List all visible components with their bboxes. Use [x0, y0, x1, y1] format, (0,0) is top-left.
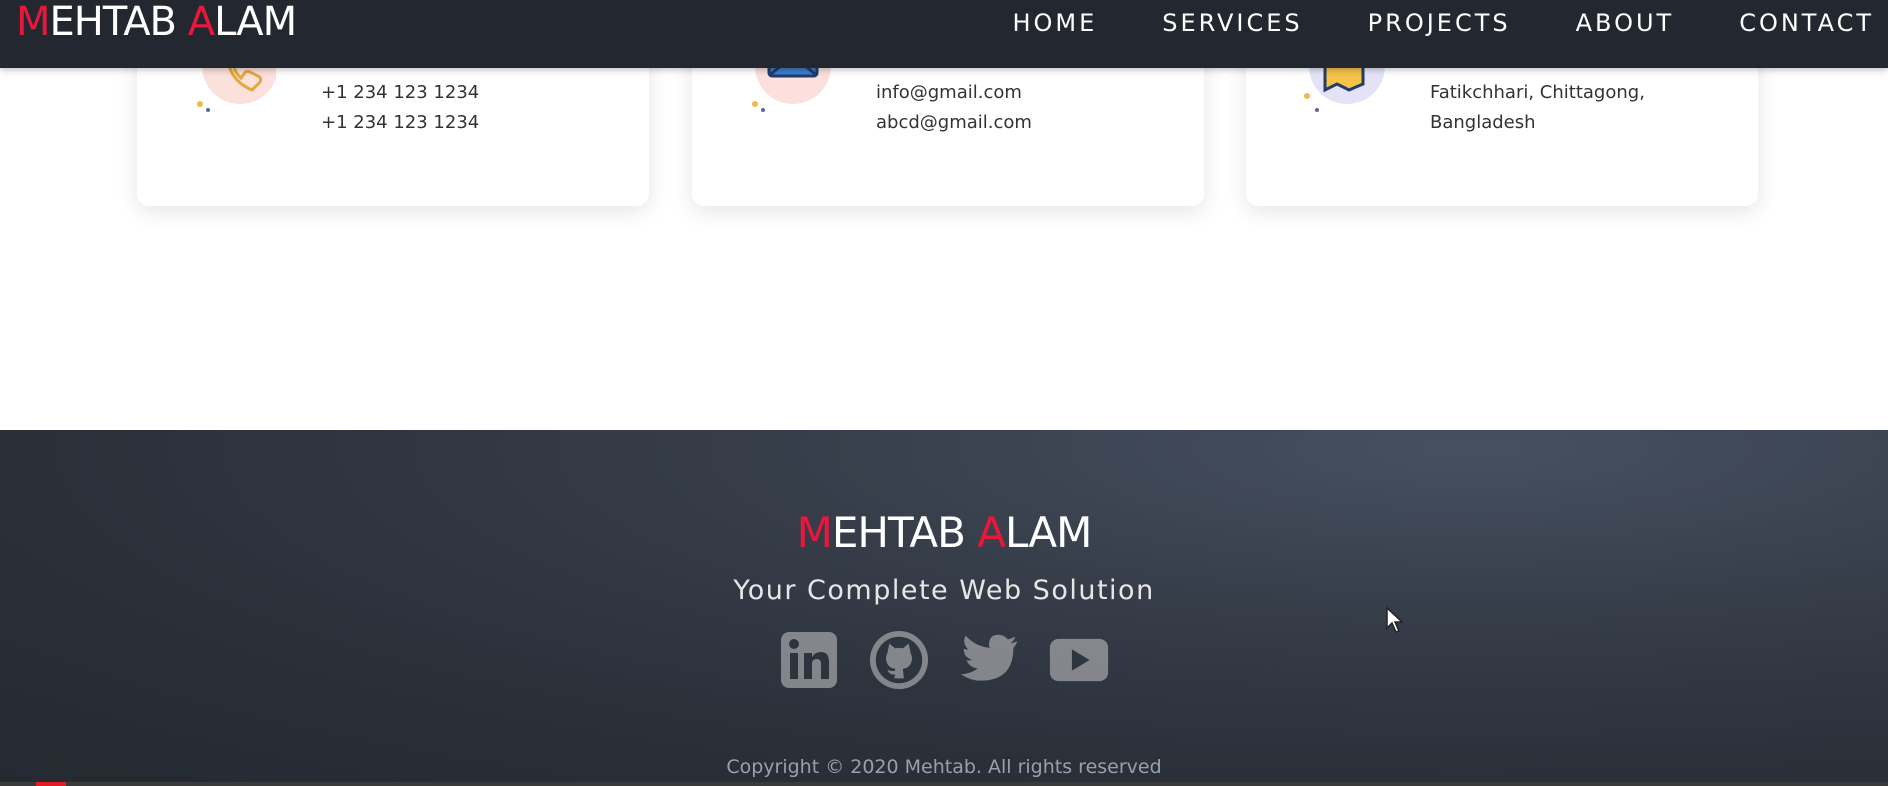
site-footer: MEHTAB ALAM Your Complete Web Solution C… — [0, 430, 1888, 786]
footer-tagline: Your Complete Web Solution — [733, 575, 1155, 606]
twitter-icon[interactable] — [959, 630, 1019, 690]
site-header: MEHTAB ALAM HOME SERVICES PROJECTS ABOUT… — [0, 0, 1888, 68]
video-progress-bar[interactable] — [0, 782, 1888, 786]
github-icon[interactable] — [869, 630, 929, 690]
card-phone-line-2: +1 234 123 1234 — [321, 112, 480, 133]
logo-text-lam: LAM — [214, 0, 297, 45]
footer-logo-text-ehtab: EHTAB — [831, 508, 978, 557]
logo-initial-a: A — [187, 0, 215, 45]
header-logo[interactable]: MEHTAB ALAM — [16, 0, 297, 45]
card-email-line-2[interactable]: abcd@gmail.com — [876, 108, 1032, 138]
card-address-line-1: Fatikchhari, Chittagong, — [1430, 82, 1645, 103]
video-progress-fill — [36, 782, 66, 786]
footer-logo-initial-a: A — [977, 508, 1006, 557]
card-phone-line-1: +1 234 123 1234 — [321, 82, 480, 103]
nav-projects[interactable]: PROJECTS — [1368, 10, 1511, 36]
footer-logo: MEHTAB ALAM — [0, 510, 1888, 556]
main-nav: HOME SERVICES PROJECTS ABOUT CONTACT — [1012, 10, 1874, 36]
nav-about[interactable]: ABOUT — [1576, 10, 1675, 36]
card-email-line-1[interactable]: info@gmail.com — [876, 78, 1032, 108]
mouse-cursor-icon — [1386, 606, 1404, 633]
footer-logo-text-lam: LAM — [1005, 508, 1092, 557]
social-links — [0, 630, 1888, 690]
footer-logo-initial-m: M — [796, 508, 833, 557]
youtube-icon[interactable] — [1049, 630, 1109, 690]
linkedin-icon[interactable] — [779, 630, 839, 690]
copyright-text: Copyright © 2020 Mehtab. All rights rese… — [726, 756, 1162, 778]
card-address-line-2: Bangladesh — [1430, 112, 1536, 133]
logo-initial-m: M — [16, 0, 51, 45]
logo-text-ehtab: EHTAB — [49, 0, 188, 45]
nav-home[interactable]: HOME — [1012, 10, 1097, 36]
nav-services[interactable]: SERVICES — [1162, 10, 1302, 36]
nav-contact[interactable]: CONTACT — [1739, 10, 1874, 36]
